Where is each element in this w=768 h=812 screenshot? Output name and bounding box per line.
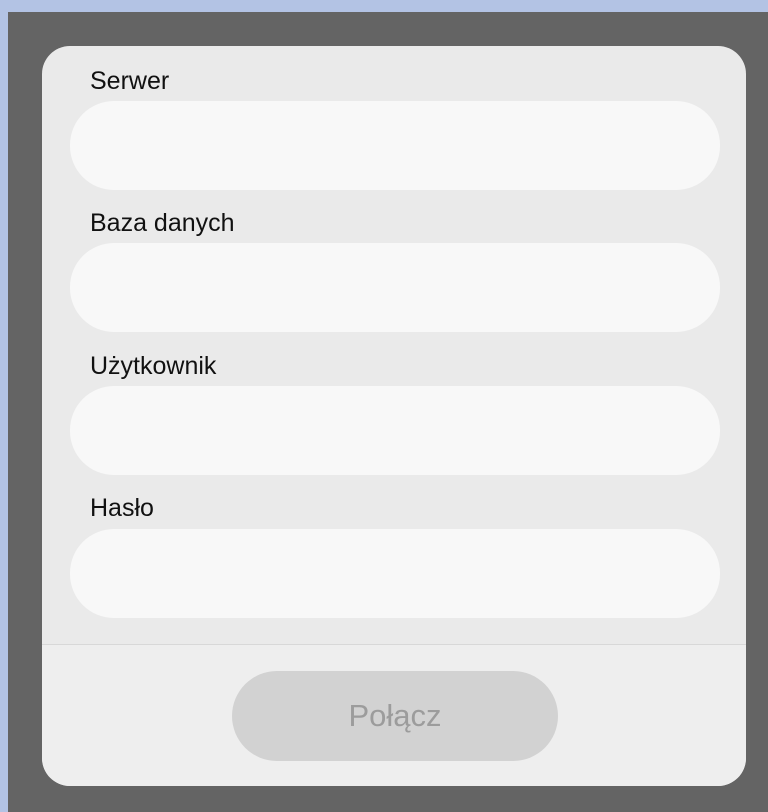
server-label: Serwer [90,67,170,95]
database-input[interactable] [70,243,720,332]
connection-dialog: Serwer Baza danych Użytkownik Hasło Połą… [42,46,746,786]
server-input[interactable] [70,101,720,190]
database-label: Baza danych [90,209,235,237]
user-label: Użytkownik [90,352,217,380]
dialog-footer: Połącz [42,645,746,786]
password-label: Hasło [90,494,154,522]
connect-button[interactable]: Połącz [232,671,558,761]
password-input[interactable] [70,529,720,618]
user-input[interactable] [70,386,720,475]
